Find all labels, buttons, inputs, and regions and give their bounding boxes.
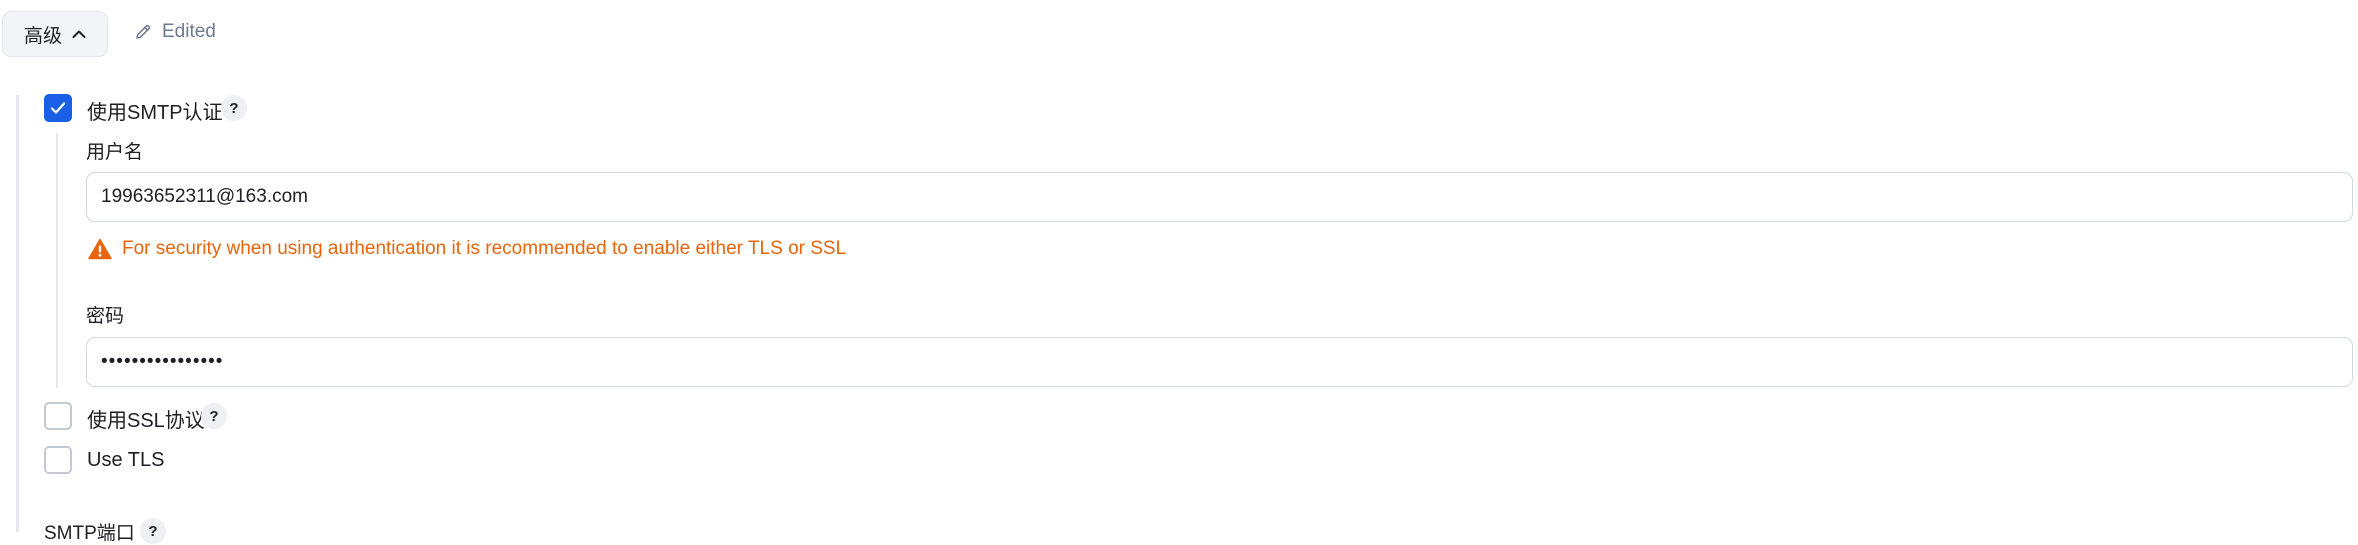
chevron-up-icon (72, 30, 86, 38)
checkmark-icon (50, 102, 66, 114)
smtp-auth-label: 使用SMTP认证 (87, 102, 223, 124)
password-label: 密码 (86, 306, 125, 327)
username-input[interactable]: 19963652311@163.com (86, 172, 2353, 222)
edited-indicator: Edited (134, 21, 216, 43)
tls-label: Use TLS (87, 449, 165, 471)
section-guide-line (16, 95, 19, 532)
password-input[interactable]: •••••••••••••••• (86, 337, 2353, 387)
ssl-checkbox[interactable] (44, 402, 72, 430)
subsection-guide-line (56, 133, 58, 388)
edited-label: Edited (162, 21, 216, 42)
advanced-toggle-button[interactable]: 高级 (2, 11, 108, 57)
security-warning-text: For security when using authentication i… (122, 238, 847, 259)
pencil-icon (136, 24, 151, 39)
advanced-label: 高级 (23, 25, 62, 47)
username-label: 用户名 (86, 142, 144, 163)
ssl-label: 使用SSL协议 (87, 410, 205, 432)
smtp-auth-help-button[interactable]: ? (221, 95, 247, 121)
tls-checkbox[interactable] (44, 446, 72, 474)
ssl-help-button[interactable]: ? (201, 403, 227, 429)
smtp-auth-checkbox[interactable] (44, 94, 72, 122)
security-warning: For security when using authentication i… (88, 238, 846, 260)
warning-icon (88, 238, 112, 260)
smtp-port-help-button[interactable]: ? (140, 518, 166, 544)
